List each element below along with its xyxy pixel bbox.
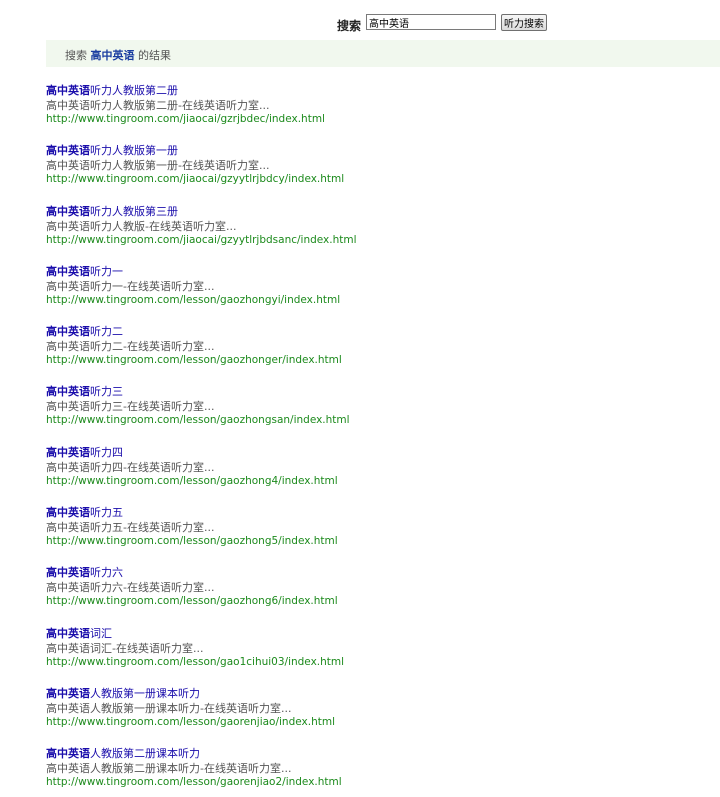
result-title-link[interactable]: 高中英语人教版第二册课本听力 — [46, 746, 706, 761]
result-description: 高中英语听力二-在线英语听力室... — [46, 340, 215, 354]
summary-prefix: 搜索 — [65, 49, 87, 62]
result-url: http://www.tingroom.com/lesson/gaorenjia… — [46, 715, 335, 728]
result-title-keyword: 高中英语 — [46, 445, 90, 459]
result-description: 高中英语人教版第二册课本听力-在线英语听力室... — [46, 762, 292, 776]
result-url: http://www.tingroom.com/lesson/gaorenjia… — [46, 776, 342, 789]
result-description: 高中英语听力五-在线英语听力室... — [46, 521, 215, 535]
result-title-keyword: 高中英语 — [46, 84, 90, 97]
result-item: 高中英语词汇 高中英语词汇-在线英语听力室... http://www.ting… — [46, 626, 706, 686]
result-title-link[interactable]: 高中英语听力人教版第二册 — [46, 83, 706, 98]
result-description: 高中英语人教版第一册课本听力-在线英语听力室... — [46, 701, 292, 715]
result-url: http://www.tingroom.com/lesson/gaozhonge… — [46, 354, 342, 367]
result-title-keyword: 高中英语 — [46, 626, 90, 640]
result-title-keyword: 高中英语 — [46, 506, 90, 520]
result-title-link[interactable]: 高中英语听力三 — [46, 384, 706, 399]
result-title-keyword: 高中英语 — [46, 144, 90, 158]
result-title-link[interactable]: 高中英语词汇 — [46, 626, 706, 641]
result-title-rest: 听力人教版第一册 — [90, 144, 178, 158]
result-url: http://www.tingroom.com/lesson/gao1cihui… — [46, 655, 345, 668]
summary-suffix: 的结果 — [138, 49, 171, 62]
result-item: 高中英语听力人教版第二册 高中英语听力人教版第二册-在线英语听力室... htt… — [46, 83, 706, 143]
result-title-rest: 词汇 — [90, 626, 112, 640]
result-item: 高中英语听力人教版第三册 高中英语听力人教版-在线英语听力室... http:/… — [46, 204, 706, 264]
result-item: 高中英语人教版第二册课本听力 高中英语人教版第二册课本听力-在线英语听力室...… — [46, 746, 706, 797]
result-item: 高中英语听力二 高中英语听力二-在线英语听力室... http://www.ti… — [46, 324, 706, 384]
result-url: http://www.tingroom.com/jiaocai/gzyytlrj… — [46, 173, 345, 186]
listening-search-button[interactable]: 听力搜索 — [501, 14, 547, 31]
result-item: 高中英语听力四 高中英语听力四-在线英语听力室... http://www.ti… — [46, 445, 706, 505]
result-description: 高中英语听力三-在线英语听力室... — [46, 400, 215, 414]
results-list: 高中英语听力人教版第二册 高中英语听力人教版第二册-在线英语听力室... htt… — [46, 83, 706, 797]
result-title-link[interactable]: 高中英语听力一 — [46, 264, 706, 279]
result-title-keyword: 高中英语 — [46, 747, 90, 761]
result-title-keyword: 高中英语 — [46, 385, 90, 399]
summary-keyword: 高中英语 — [90, 49, 135, 62]
result-title-link[interactable]: 高中英语听力人教版第一册 — [46, 143, 706, 158]
result-title-rest: 听力五 — [90, 506, 123, 520]
search-results-page: 搜索 听力搜索 搜索 高中英语 的结果 高中英语听力人教版第二册 高中英语听力人… — [0, 0, 720, 797]
result-title-keyword: 高中英语 — [46, 204, 90, 218]
result-title-rest: 听力二 — [90, 325, 123, 339]
result-url: http://www.tingroom.com/lesson/gaozhong6… — [46, 595, 338, 608]
result-title-keyword: 高中英语 — [46, 566, 90, 580]
result-description: 高中英语听力一-在线英语听力室... — [46, 279, 215, 293]
result-title-link[interactable]: 高中英语听力四 — [46, 445, 706, 460]
result-url: http://www.tingroom.com/lesson/gaozhongy… — [46, 293, 341, 306]
result-title-keyword: 高中英语 — [46, 264, 90, 278]
result-title-rest: 听力三 — [90, 385, 123, 399]
result-title-link[interactable]: 高中英语听力五 — [46, 505, 706, 520]
result-title-link[interactable]: 高中英语听力六 — [46, 565, 706, 580]
result-title-rest: 听力人教版第三册 — [90, 204, 178, 218]
result-title-rest: 听力人教版第二册 — [90, 84, 178, 97]
result-title-keyword: 高中英语 — [46, 325, 90, 339]
search-bar: 搜索 听力搜索 — [0, 14, 720, 34]
result-title-keyword: 高中英语 — [46, 686, 90, 700]
result-description: 高中英语听力人教版第二册-在线英语听力室... — [46, 99, 270, 112]
result-item: 高中英语听力一 高中英语听力一-在线英语听力室... http://www.ti… — [46, 264, 706, 324]
search-label: 搜索 — [337, 19, 362, 33]
result-title-rest: 人教版第二册课本听力 — [90, 747, 200, 761]
result-title-rest: 人教版第一册课本听力 — [90, 686, 200, 700]
result-item: 高中英语听力人教版第一册 高中英语听力人教版第一册-在线英语听力室... htt… — [46, 143, 706, 203]
result-description: 高中英语词汇-在线英语听力室... — [46, 641, 204, 655]
result-title-link[interactable]: 高中英语人教版第一册课本听力 — [46, 686, 706, 701]
result-url: http://www.tingroom.com/lesson/gaozhong5… — [46, 535, 338, 548]
result-title-rest: 听力四 — [90, 445, 123, 459]
result-item: 高中英语听力六 高中英语听力六-在线英语听力室... http://www.ti… — [46, 565, 706, 625]
result-title-link[interactable]: 高中英语听力二 — [46, 324, 706, 339]
result-title-link[interactable]: 高中英语听力人教版第三册 — [46, 204, 706, 219]
result-url: http://www.tingroom.com/jiaocai/gzyytlrj… — [46, 233, 357, 246]
result-description: 高中英语听力人教版-在线英语听力室... — [46, 219, 237, 233]
result-description: 高中英语听力四-在线英语听力室... — [46, 460, 215, 474]
result-description: 高中英语听力六-在线英语听力室... — [46, 581, 215, 595]
result-title-rest: 听力一 — [90, 264, 123, 278]
result-summary-bar: 搜索 高中英语 的结果 — [46, 40, 720, 67]
result-description: 高中英语听力人教版第一册-在线英语听力室... — [46, 159, 270, 173]
result-item: 高中英语听力五 高中英语听力五-在线英语听力室... http://www.ti… — [46, 505, 706, 565]
result-item: 高中英语人教版第一册课本听力 高中英语人教版第一册课本听力-在线英语听力室...… — [46, 686, 706, 746]
result-url: http://www.tingroom.com/jiaocai/gzrjbdec… — [46, 113, 325, 125]
result-url: http://www.tingroom.com/lesson/gaozhong4… — [46, 474, 338, 487]
result-url: http://www.tingroom.com/lesson/gaozhongs… — [46, 414, 350, 427]
search-input[interactable] — [366, 14, 496, 30]
result-summary-text: 搜索 高中英语 的结果 — [65, 47, 171, 63]
result-title-rest: 听力六 — [90, 566, 123, 580]
result-item: 高中英语听力三 高中英语听力三-在线英语听力室... http://www.ti… — [46, 384, 706, 444]
